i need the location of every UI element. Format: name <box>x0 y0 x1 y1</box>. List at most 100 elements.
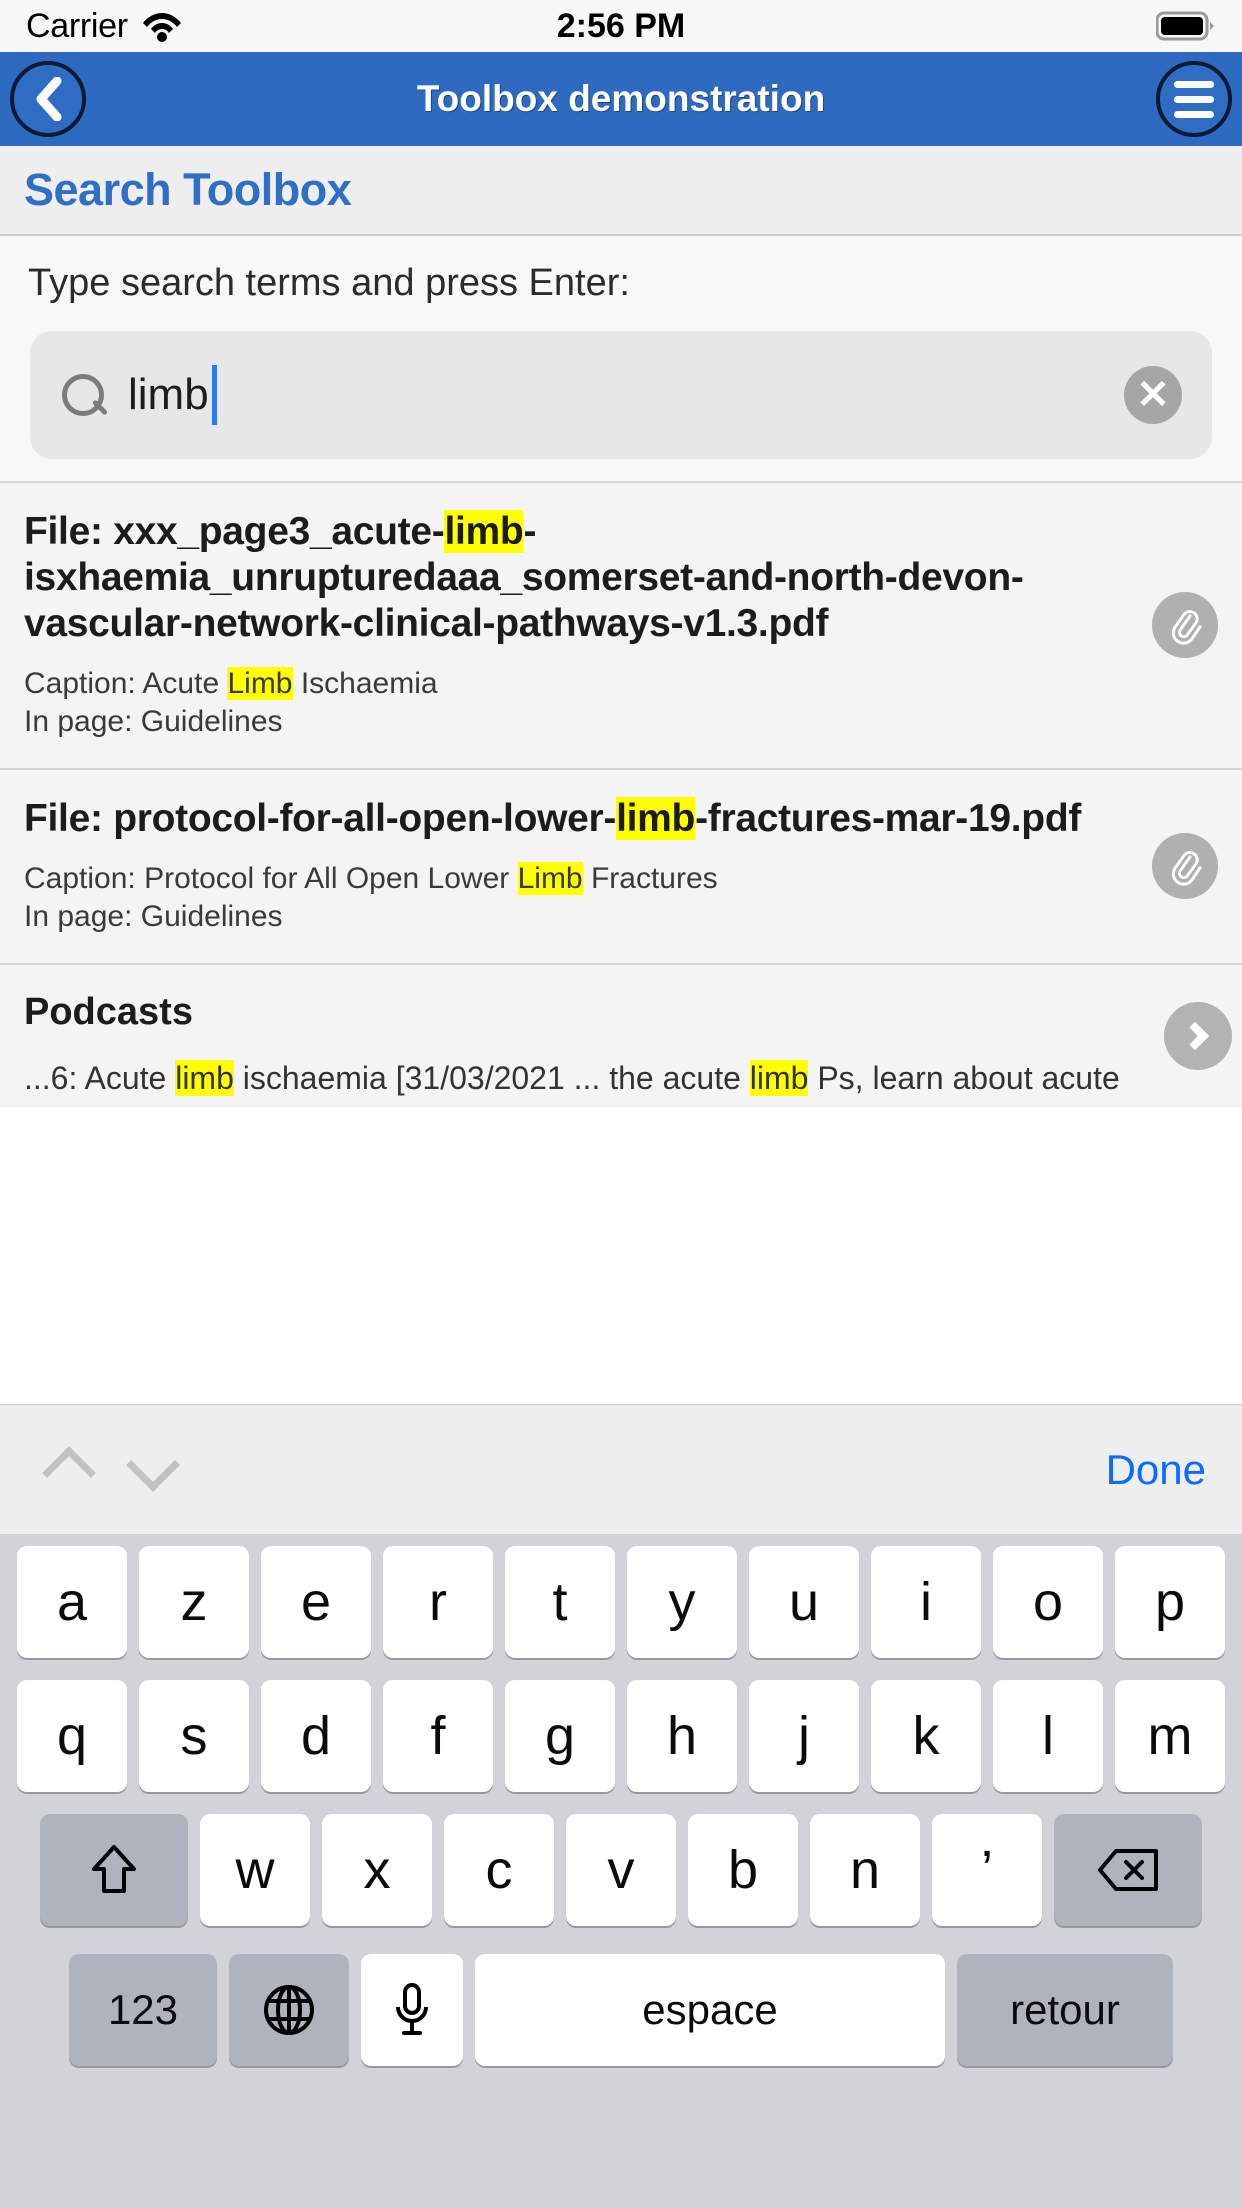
result-title-suffix: -fractures-mar-19.pdf <box>695 796 1082 840</box>
result-inpage: In page: Guidelines <box>24 705 283 739</box>
section-title: Search Toolbox <box>24 164 352 215</box>
keyboard-row-1: a z e r t y u i o p <box>5 1546 1237 1658</box>
search-instruction: Type search terms and press Enter: <box>28 262 630 304</box>
key-g[interactable]: g <box>505 1680 615 1792</box>
microphone-icon <box>392 1981 432 2039</box>
numeric-key[interactable]: 123 <box>69 1954 217 2066</box>
attachment-badge[interactable] <box>1152 833 1218 900</box>
search-term-highlight: limb <box>616 796 696 840</box>
key-v[interactable]: v <box>566 1814 676 1926</box>
app-screen: Carrier 2:56 PM Toolbox demonstration Se… <box>0 0 1242 2208</box>
key-h[interactable]: h <box>627 1680 737 1792</box>
hamburger-menu-icon <box>1174 80 1214 118</box>
key-b[interactable]: b <box>688 1814 798 1926</box>
search-term-highlight: limb <box>749 1059 809 1096</box>
space-key[interactable]: espace <box>475 1954 945 2066</box>
attachment-badge[interactable] <box>1152 592 1218 659</box>
search-results-list: File: xxx_page3_acute-limb-isxhaemia_unr… <box>0 481 1242 1107</box>
result-inpage: In page: Guidelines <box>24 900 283 934</box>
chevron-left-icon <box>31 77 65 121</box>
search-term-highlight: Limb <box>227 667 293 701</box>
text-caret <box>211 365 217 425</box>
result-content: File: protocol-for-all-open-lower-limb-f… <box>24 796 1152 937</box>
backspace-key[interactable] <box>1054 1814 1202 1926</box>
podcasts-snippet-part1: ...6: Acute <box>24 1059 176 1096</box>
chevron-down-icon <box>126 1437 180 1492</box>
status-bar: Carrier 2:56 PM <box>0 0 1242 52</box>
keyboard-row-4: 123 espace retour <box>5 1954 1237 2066</box>
key-y[interactable]: y <box>627 1546 737 1658</box>
search-term-highlight: Limb <box>517 861 583 895</box>
search-icon <box>60 372 106 418</box>
key-l[interactable]: l <box>993 1680 1103 1792</box>
key-f[interactable]: f <box>383 1680 493 1792</box>
podcasts-snippet-part3: Ps, learn about acute <box>808 1059 1120 1096</box>
podcasts-title: Podcasts <box>24 990 193 1033</box>
return-key[interactable]: retour <box>957 1954 1173 2066</box>
done-button[interactable]: Done <box>1106 1446 1206 1494</box>
search-term-highlight: limb <box>444 510 524 553</box>
virtual-keyboard: a z e r t y u i o p q s d f g h j k l m <box>0 1534 1242 2208</box>
key-r[interactable]: r <box>383 1546 493 1658</box>
dictation-key[interactable] <box>361 1954 463 2066</box>
search-term-highlight: limb <box>175 1059 234 1096</box>
section-header: Search Toolbox <box>0 146 1242 236</box>
key-d[interactable]: d <box>261 1680 371 1792</box>
key-c[interactable]: c <box>444 1814 554 1926</box>
page-title: Toolbox demonstration <box>416 78 826 119</box>
podcasts-disclosure-button[interactable] <box>1164 1001 1232 1070</box>
result-caption-suffix: Fractures <box>582 861 718 895</box>
key-m[interactable]: m <box>1115 1680 1225 1792</box>
menu-button[interactable] <box>1156 61 1232 137</box>
chevron-right-icon <box>1180 1021 1210 1050</box>
key-n[interactable]: n <box>810 1814 920 1926</box>
key-t[interactable]: t <box>505 1546 615 1658</box>
result-caption-prefix: Caption: Protocol for All Open Lower <box>24 861 518 895</box>
paperclip-icon <box>1165 846 1205 886</box>
shift-key[interactable] <box>40 1814 188 1926</box>
result-title: File: protocol-for-all-open-lower-limb-f… <box>24 796 1132 842</box>
keyboard-row-3: w x c v b n ’ <box>5 1814 1237 1926</box>
table-row[interactable]: File: xxx_page3_acute-limb-isxhaemia_unr… <box>0 481 1242 768</box>
key-a[interactable]: a <box>17 1546 127 1658</box>
result-title-prefix: File: xxx_page3_acute- <box>24 510 445 553</box>
result-meta: Caption: Acute Limb Ischaemia In page: G… <box>24 665 1132 742</box>
next-field-button[interactable] <box>120 1428 204 1512</box>
key-s[interactable]: s <box>139 1680 249 1792</box>
key-p[interactable]: p <box>1115 1546 1225 1658</box>
result-caption-suffix: Ischaemia <box>292 667 438 701</box>
key-e[interactable]: e <box>261 1546 371 1658</box>
table-row[interactable]: File: protocol-for-all-open-lower-limb-f… <box>0 767 1242 963</box>
result-caption: Caption: Protocol for All Open Lower Lim… <box>24 860 1132 898</box>
search-area: Type search terms and press Enter: limb … <box>0 236 1242 481</box>
result-title: File: xxx_page3_acute-limb-isxhaemia_unr… <box>24 509 1132 647</box>
key-x[interactable]: x <box>322 1814 432 1926</box>
search-input-value: limb <box>128 370 209 419</box>
key-apostrophe[interactable]: ’ <box>932 1814 1042 1926</box>
list-item[interactable]: Podcasts ...6: Acute limb ischaemia [31/… <box>0 962 1242 1107</box>
key-z[interactable]: z <box>139 1546 249 1658</box>
result-content: File: xxx_page3_acute-limb-isxhaemia_unr… <box>24 509 1152 742</box>
key-i[interactable]: i <box>871 1546 981 1658</box>
podcasts-snippet: ...6: Acute limb ischaemia [31/03/2021 .… <box>24 1059 1198 1097</box>
clear-search-button[interactable]: ✕ <box>1124 366 1182 424</box>
back-button[interactable] <box>10 61 86 137</box>
key-o[interactable]: o <box>993 1546 1103 1658</box>
key-k[interactable]: k <box>871 1680 981 1792</box>
key-w[interactable]: w <box>200 1814 310 1926</box>
language-key[interactable] <box>229 1954 349 2066</box>
navigation-bar: Toolbox demonstration <box>0 52 1242 146</box>
globe-icon <box>262 1983 316 2037</box>
search-field-wrapper: limb ✕ <box>0 305 1242 459</box>
backspace-icon <box>1096 1847 1160 1893</box>
key-q[interactable]: q <box>17 1680 127 1792</box>
key-j[interactable]: j <box>749 1680 859 1792</box>
key-u[interactable]: u <box>749 1546 859 1658</box>
shift-arrow-icon <box>88 1841 140 1899</box>
result-title-prefix: File: protocol-for-all-open-lower- <box>24 796 617 840</box>
chevron-up-icon <box>42 1445 96 1500</box>
keyboard-row-2: q s d f g h j k l m <box>5 1680 1237 1792</box>
podcasts-snippet-part2: ischaemia [31/03/2021 ... the acute <box>233 1059 750 1096</box>
search-input[interactable]: limb ✕ <box>30 331 1212 459</box>
previous-field-button[interactable] <box>36 1428 120 1512</box>
